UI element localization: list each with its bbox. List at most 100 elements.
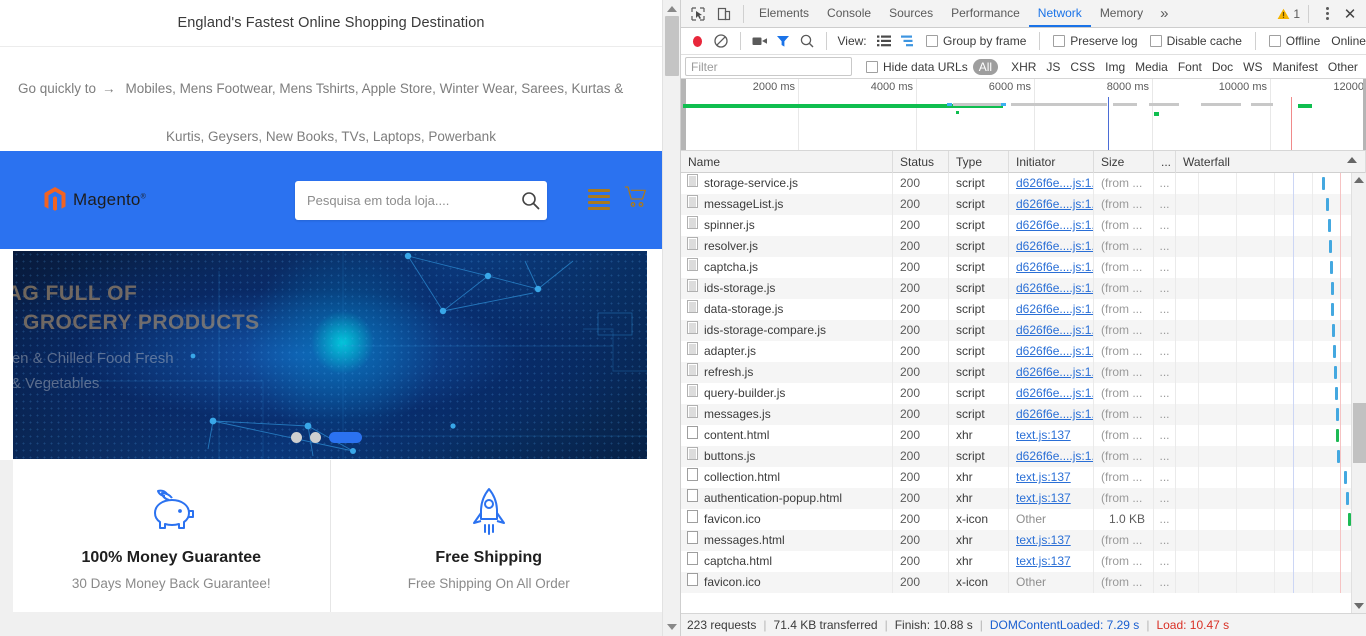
initiator-link[interactable]: d626f6e....js:1... xyxy=(1016,197,1094,211)
search-icon[interactable] xyxy=(796,28,818,54)
tab-performance[interactable]: Performance xyxy=(942,0,1029,27)
close-icon[interactable]: ✕ xyxy=(1339,5,1361,23)
group-by-frame-checkbox[interactable]: Group by frame xyxy=(926,34,1026,48)
table-row[interactable]: buttons.js200scriptd626f6e....js:1...(fr… xyxy=(681,446,1351,467)
initiator-link[interactable]: d626f6e....js:1... xyxy=(1016,386,1094,400)
request-name-cell[interactable]: data-storage.js xyxy=(681,299,893,320)
initiator-link[interactable]: text.js:137 xyxy=(1016,533,1071,547)
hide-data-urls-checkbox[interactable]: Hide data URLs xyxy=(866,60,968,74)
column-header-status[interactable]: Status xyxy=(893,151,949,173)
request-list-scrollbar[interactable] xyxy=(1351,173,1366,613)
request-name-cell[interactable]: captcha.js xyxy=(681,257,893,278)
sort-ascending-icon[interactable] xyxy=(1347,157,1357,163)
request-name-cell[interactable]: captcha.html xyxy=(681,551,893,572)
table-row[interactable]: ids-storage-compare.js200scriptd626f6e..… xyxy=(681,320,1351,341)
request-name-cell[interactable]: collection.html xyxy=(681,467,893,488)
checkbox-box[interactable] xyxy=(866,61,878,73)
request-initiator-cell[interactable]: d626f6e....js:1... xyxy=(1009,257,1094,278)
search-icon[interactable] xyxy=(513,191,547,210)
initiator-link[interactable]: d626f6e....js:1... xyxy=(1016,302,1094,316)
request-initiator-cell[interactable]: d626f6e....js:1... xyxy=(1009,341,1094,362)
shopping-cart-icon[interactable] xyxy=(624,186,648,213)
checkbox-box[interactable] xyxy=(1053,35,1065,47)
overview-left-handle[interactable] xyxy=(681,79,686,151)
table-row[interactable]: favicon.ico200x-iconOther1.0 KB... xyxy=(681,509,1351,530)
tab-console[interactable]: Console xyxy=(818,0,880,27)
table-row[interactable]: favicon.ico200x-iconOther(from ...... xyxy=(681,572,1351,593)
filter-type-media[interactable]: Media xyxy=(1130,60,1173,74)
capture-screenshots-icon[interactable] xyxy=(749,28,771,54)
column-header-overflow[interactable]: ... xyxy=(1154,151,1176,173)
quick-links-text-1[interactable]: Mobiles, Mens Footwear, Mens Tshirts, Ap… xyxy=(126,81,624,96)
request-name-cell[interactable]: refresh.js xyxy=(681,362,893,383)
request-name-cell[interactable]: ids-storage.js xyxy=(681,278,893,299)
request-initiator-cell[interactable]: d626f6e....js:1... xyxy=(1009,362,1094,383)
request-initiator-cell[interactable]: d626f6e....js:1... xyxy=(1009,173,1094,194)
page-scrollbar[interactable] xyxy=(662,0,680,636)
request-name-cell[interactable]: adapter.js xyxy=(681,341,893,362)
initiator-link[interactable]: text.js:137 xyxy=(1016,470,1071,484)
more-tabs-icon[interactable]: » xyxy=(1152,1,1176,27)
request-name-cell[interactable]: messageList.js xyxy=(681,194,893,215)
hamburger-menu-icon[interactable] xyxy=(588,189,610,210)
scroll-down-arrow-icon[interactable] xyxy=(667,624,677,630)
site-search-box[interactable] xyxy=(295,181,547,220)
request-initiator-cell[interactable]: d626f6e....js:1... xyxy=(1009,194,1094,215)
request-name-cell[interactable]: favicon.ico xyxy=(681,509,893,530)
request-initiator-cell[interactable]: text.js:137 xyxy=(1009,467,1094,488)
initiator-link[interactable]: d626f6e....js:1... xyxy=(1016,407,1094,421)
filter-type-other[interactable]: Other xyxy=(1323,60,1363,74)
table-row[interactable]: captcha.html200xhrtext.js:137(from .....… xyxy=(681,551,1351,572)
request-name-cell[interactable]: favicon.ico xyxy=(681,572,893,593)
request-initiator-cell[interactable]: d626f6e....js:1... xyxy=(1009,278,1094,299)
table-row[interactable]: refresh.js200scriptd626f6e....js:1...(fr… xyxy=(681,362,1351,383)
initiator-link[interactable]: d626f6e....js:1... xyxy=(1016,281,1094,295)
disable-cache-checkbox[interactable]: Disable cache xyxy=(1150,34,1242,48)
request-initiator-cell[interactable]: text.js:137 xyxy=(1009,551,1094,572)
scroll-up-arrow-icon[interactable] xyxy=(667,6,677,12)
search-input[interactable] xyxy=(295,193,513,208)
network-overview-timeline[interactable]: 2000 ms 4000 ms 6000 ms 8000 ms 10000 ms… xyxy=(681,79,1366,151)
table-row[interactable]: adapter.js200scriptd626f6e....js:1...(fr… xyxy=(681,341,1351,362)
filter-type-js[interactable]: JS xyxy=(1041,60,1065,74)
hero-carousel[interactable]: BAG FULL OF GROCERY PRODUCTS rozen & Chi… xyxy=(13,251,647,459)
request-name-cell[interactable]: resolver.js xyxy=(681,236,893,257)
initiator-link[interactable]: text.js:137 xyxy=(1016,491,1071,505)
request-initiator-cell[interactable]: d626f6e....js:1... xyxy=(1009,404,1094,425)
magento-logo[interactable]: Magento® xyxy=(44,187,146,213)
initiator-link[interactable]: d626f6e....js:1... xyxy=(1016,218,1094,232)
request-name-cell[interactable]: ids-storage-compare.js xyxy=(681,320,893,341)
column-header-initiator[interactable]: Initiator xyxy=(1009,151,1094,173)
kebab-menu-icon[interactable] xyxy=(1317,7,1337,20)
initiator-link[interactable]: d626f6e....js:1... xyxy=(1016,239,1094,253)
carousel-dot-3[interactable] xyxy=(329,432,362,443)
filter-type-img[interactable]: Img xyxy=(1100,60,1130,74)
tab-sources[interactable]: Sources xyxy=(880,0,942,27)
throttling-select[interactable]: Online xyxy=(1331,34,1366,48)
request-rows-container[interactable]: storage-service.js200scriptd626f6e....js… xyxy=(681,173,1351,613)
inspect-element-icon[interactable] xyxy=(685,1,711,27)
scroll-down-arrow-icon[interactable] xyxy=(1354,603,1364,609)
filter-type-doc[interactable]: Doc xyxy=(1207,60,1238,74)
initiator-link[interactable]: d626f6e....js:1... xyxy=(1016,449,1094,463)
request-name-cell[interactable]: messages.html xyxy=(681,530,893,551)
request-initiator-cell[interactable]: text.js:137 xyxy=(1009,425,1094,446)
waterfall-view-icon[interactable] xyxy=(897,28,919,54)
request-name-cell[interactable]: query-builder.js xyxy=(681,383,893,404)
table-row[interactable]: resolver.js200scriptd626f6e....js:1...(f… xyxy=(681,236,1351,257)
request-initiator-cell[interactable]: d626f6e....js:1... xyxy=(1009,446,1094,467)
filter-input[interactable] xyxy=(685,57,852,76)
request-list-scrollbar-thumb[interactable] xyxy=(1353,403,1366,463)
tab-elements[interactable]: Elements xyxy=(750,0,818,27)
list-view-icon[interactable] xyxy=(874,28,896,54)
offline-checkbox[interactable]: Offline xyxy=(1269,34,1320,48)
initiator-link[interactable]: text.js:137 xyxy=(1016,428,1071,442)
column-header-name[interactable]: Name xyxy=(681,151,893,173)
checkbox-box[interactable] xyxy=(1150,35,1162,47)
table-row[interactable]: content.html200xhrtext.js:137(from .....… xyxy=(681,425,1351,446)
device-toolbar-icon[interactable] xyxy=(711,1,737,27)
request-name-cell[interactable]: messages.js xyxy=(681,404,893,425)
table-row[interactable]: collection.html200xhrtext.js:137(from ..… xyxy=(681,467,1351,488)
table-row[interactable]: data-storage.js200scriptd626f6e....js:1.… xyxy=(681,299,1351,320)
request-name-cell[interactable]: storage-service.js xyxy=(681,173,893,194)
